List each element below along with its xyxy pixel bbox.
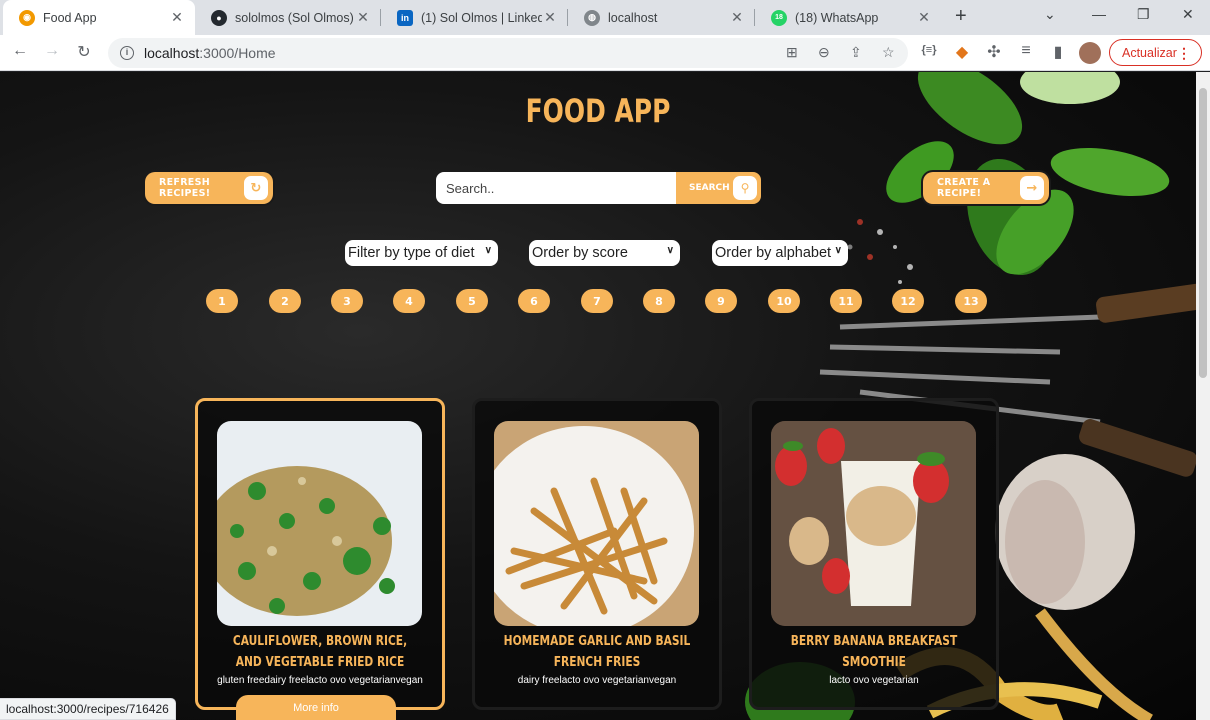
recipe-card[interactable]: CAULIFLOWER, BROWN RICE, AND VEGETABLE F… <box>195 398 445 710</box>
scrollbar-thumb[interactable] <box>1199 88 1207 378</box>
page-button-1[interactable]: 1 <box>206 289 238 313</box>
translate-icon[interactable]: ⊞ <box>786 44 798 61</box>
score-order-value: Order by score <box>532 245 628 261</box>
site-info-icon[interactable]: i <box>120 46 134 60</box>
search-bar: SEARCH ⚲ <box>436 172 761 204</box>
refresh-recipes-button[interactable]: REFRESH RECIPES! ↻ <box>145 172 273 204</box>
tab-title: localhost <box>608 10 658 25</box>
recipe-card[interactable]: HOMEMADE GARLIC AND BASIL FRENCH FRIES d… <box>472 398 722 710</box>
browser-toolbar: ← → ↻ i localhost:3000/Home ⊞ ⊖ ⇪ ☆ {≡} … <box>0 35 1210 71</box>
linkedin-favicon-icon: in <box>397 9 413 26</box>
more-info-button[interactable]: More info <box>236 695 396 720</box>
metamask-fox-icon[interactable]: ◆ <box>951 42 973 62</box>
reading-list-icon[interactable]: ≡ <box>1015 42 1037 60</box>
side-panel-icon[interactable]: ▮ <box>1047 42 1069 62</box>
github-favicon-icon: ● <box>211 9 227 26</box>
restore-icon[interactable]: ❐ <box>1137 6 1150 23</box>
page-button-9[interactable]: 9 <box>705 289 737 313</box>
food-app-favicon-icon: ◉ <box>19 9 35 26</box>
status-bar-url: localhost:3000/recipes/716426 <box>0 698 176 720</box>
app-title: FOOD APP <box>525 92 671 130</box>
address-bar[interactable]: i localhost:3000/Home ⊞ ⊖ ⇪ ☆ <box>108 38 908 68</box>
tab-linkedin[interactable]: in (1) Sol Olmos | LinkedIn ✕ <box>381 0 568 35</box>
browser-tab-bar: ◉ Food App ✕ ● sololmos (Sol Olmos) ✕ in… <box>0 0 1210 35</box>
create-label: CREATE A RECIPE! <box>937 177 991 199</box>
recipe-image <box>217 421 422 626</box>
chevron-down-icon: ∨ <box>484 245 492 256</box>
page-button-2[interactable]: 2 <box>269 289 301 313</box>
tab-food-app[interactable]: ◉ Food App ✕ <box>3 0 195 35</box>
forward-arrow-icon[interactable]: → <box>41 42 63 60</box>
minimize-icon[interactable]: — <box>1092 6 1106 22</box>
recipe-name: HOMEMADE GARLIC AND BASIL FRENCH FRIES <box>503 634 691 670</box>
close-window-icon[interactable]: ✕ <box>1182 6 1194 23</box>
diet-filter-value: Filter by type of diet <box>348 245 475 261</box>
extension-braces-icon[interactable]: {≡} <box>918 44 940 56</box>
profile-avatar[interactable] <box>1079 42 1101 64</box>
recipe-diets: dairy freelacto ovo vegetarianvegan <box>517 675 677 686</box>
back-arrow-icon[interactable]: ← <box>9 42 31 60</box>
recipe-diets: lacto ovo vegetarian <box>829 675 919 686</box>
chevron-down-icon: ∨ <box>666 245 674 256</box>
update-browser-button[interactable]: Actualizar ⋮ <box>1109 39 1202 66</box>
search-icon: ⚲ <box>733 176 757 200</box>
create-recipe-button[interactable]: CREATE A RECIPE! → <box>923 172 1049 204</box>
tab-title: Food App <box>43 10 97 25</box>
close-tab-icon[interactable]: ✕ <box>355 9 371 26</box>
tab-search-chevron-icon[interactable]: ⌄ <box>1044 6 1056 23</box>
extensions-puzzle-icon[interactable]: ✣ <box>983 42 1005 62</box>
globe-favicon-icon: ◍ <box>584 9 600 26</box>
recipe-name: CAULIFLOWER, BROWN RICE, AND VEGETABLE F… <box>232 634 408 670</box>
arrow-right-icon: → <box>1020 176 1044 200</box>
search-input[interactable] <box>436 172 676 204</box>
page-button-4[interactable]: 4 <box>393 289 425 313</box>
page-button-12[interactable]: 12 <box>892 289 924 313</box>
refresh-label: REFRESH RECIPES! <box>159 177 211 199</box>
refresh-icon: ↻ <box>244 176 268 200</box>
url-text: localhost:3000/Home <box>144 45 276 61</box>
bookmark-star-icon[interactable]: ☆ <box>882 44 895 61</box>
search-label: SEARCH <box>689 183 730 193</box>
page-button-11[interactable]: 11 <box>830 289 862 313</box>
close-tab-icon[interactable]: ✕ <box>729 9 745 26</box>
page-viewport: FOOD APP REFRESH RECIPES! ↻ SEARCH ⚲ CRE… <box>0 72 1196 720</box>
whatsapp-favicon-icon: 18 <box>771 9 787 26</box>
tab-whatsapp[interactable]: 18 (18) WhatsApp ✕ <box>755 0 942 35</box>
update-label: Actualizar <box>1122 45 1177 60</box>
search-button[interactable]: SEARCH ⚲ <box>676 172 761 204</box>
page-button-3[interactable]: 3 <box>331 289 363 313</box>
recipe-name: BERRY BANANA BREAKFAST SMOOTHIE <box>790 634 958 670</box>
share-icon[interactable]: ⇪ <box>850 44 862 61</box>
page-button-8[interactable]: 8 <box>643 289 675 313</box>
diet-filter-select[interactable]: Filter by type of diet ∨ <box>345 240 498 266</box>
recipe-card[interactable]: BERRY BANANA BREAKFAST SMOOTHIE lacto ov… <box>749 398 999 710</box>
page-button-10[interactable]: 10 <box>768 289 800 313</box>
pagination: 1 2 3 4 5 6 7 8 9 10 11 12 13 <box>206 289 1006 313</box>
page-button-6[interactable]: 6 <box>518 289 550 313</box>
tab-localhost[interactable]: ◍ localhost ✕ <box>568 0 755 35</box>
page-button-7[interactable]: 7 <box>581 289 613 313</box>
chevron-down-icon: ∨ <box>834 245 842 256</box>
zoom-icon[interactable]: ⊖ <box>818 44 830 61</box>
tab-github[interactable]: ● sololmos (Sol Olmos) ✕ <box>195 0 381 35</box>
close-tab-icon[interactable]: ✕ <box>916 9 932 26</box>
page-button-5[interactable]: 5 <box>456 289 488 313</box>
new-tab-icon[interactable]: + <box>955 5 967 28</box>
reload-icon[interactable]: ↻ <box>73 42 95 62</box>
tab-title: sololmos (Sol Olmos) <box>235 10 354 25</box>
recipe-image <box>494 421 699 626</box>
more-menu-icon[interactable]: ⋮ <box>1177 45 1191 62</box>
recipe-image <box>771 421 976 626</box>
alphabet-order-select[interactable]: Order by alphabet ∨ <box>712 240 848 266</box>
tab-title: (18) WhatsApp <box>795 10 879 25</box>
page-button-13[interactable]: 13 <box>955 289 987 313</box>
recipe-diets: gluten freedairy freelacto ovo vegetaria… <box>217 675 423 686</box>
alphabet-order-value: Order by alphabet <box>715 245 832 261</box>
close-tab-icon[interactable]: ✕ <box>169 9 185 26</box>
close-tab-icon[interactable]: ✕ <box>542 9 558 26</box>
score-order-select[interactable]: Order by score ∨ <box>529 240 680 266</box>
page-scrollbar[interactable] <box>1196 72 1210 720</box>
tab-title: (1) Sol Olmos | LinkedIn <box>421 10 542 25</box>
